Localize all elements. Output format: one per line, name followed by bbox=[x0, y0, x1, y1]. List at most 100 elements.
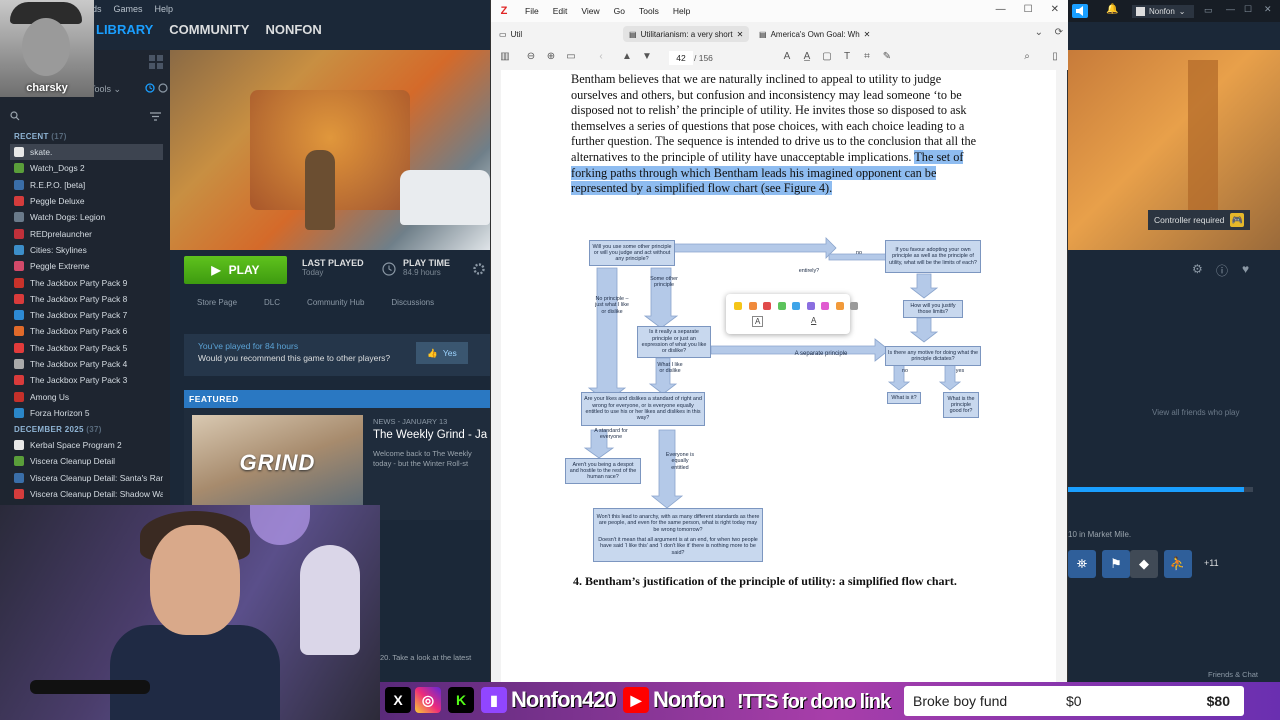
sidebar-right-icon[interactable]: ▯ bbox=[1049, 51, 1061, 63]
minimize-icon[interactable]: — bbox=[996, 4, 1006, 15]
tab-community-hub[interactable]: Community Hub bbox=[307, 298, 364, 314]
game-list-item[interactable]: Peggle Extreme bbox=[10, 258, 163, 274]
game-list-item[interactable]: Peggle Deluxe bbox=[10, 193, 163, 209]
game-list-item[interactable]: Watch_Dogs 2 bbox=[10, 160, 163, 176]
game-list-item[interactable]: Viscera Cleanup Detail: Shadow Wa bbox=[10, 486, 163, 502]
game-list-item[interactable]: skate. bbox=[10, 144, 163, 161]
page-number-input[interactable]: 42 bbox=[669, 51, 693, 65]
bigpicture-icon[interactable]: ▭ bbox=[1204, 5, 1213, 16]
december-section-label[interactable]: DECEMBER 2025 (37) bbox=[14, 425, 102, 434]
game-list-item[interactable]: Viscera Cleanup Detail: Santa's Ran bbox=[10, 470, 163, 486]
game-list-item[interactable]: The Jackbox Party Pack 4 bbox=[10, 356, 163, 372]
menu-file[interactable]: File bbox=[525, 6, 539, 16]
tab-americas-own-goal[interactable]: ▤ America's Own Goal: Wh ✕ bbox=[753, 26, 876, 42]
close-icon[interactable]: ✕ bbox=[1264, 4, 1272, 15]
info-icon[interactable]: ⓘ bbox=[1216, 262, 1228, 279]
menu-tools[interactable]: Tools bbox=[639, 6, 659, 16]
maximize-icon[interactable]: ☐ bbox=[1244, 4, 1252, 15]
game-list-item[interactable]: Viscera Cleanup Detail bbox=[10, 453, 163, 469]
game-list-item[interactable]: The Jackbox Party Pack 9 bbox=[10, 274, 163, 290]
friends-chat-button[interactable]: Friends & Chat bbox=[1208, 670, 1258, 679]
achievement-icon[interactable]: ⛹ bbox=[1164, 550, 1192, 578]
play-button[interactable]: ▶ PLAY bbox=[184, 256, 287, 284]
game-list-item[interactable]: The Jackbox Party Pack 3 bbox=[10, 372, 163, 388]
body-paragraph[interactable]: Bentham believes that we are naturally i… bbox=[571, 72, 989, 197]
game-list-item[interactable]: REDprelauncher bbox=[10, 225, 163, 241]
gear-icon[interactable]: ⚙ bbox=[1192, 262, 1203, 276]
select-area-icon[interactable]: ⌗ bbox=[861, 51, 873, 63]
color-swatch[interactable] bbox=[777, 302, 786, 310]
zoom-out-icon[interactable]: ⊖ bbox=[525, 51, 537, 63]
game-list-item[interactable]: Watch Dogs: Legion bbox=[10, 209, 163, 225]
page-up-icon[interactable]: ▲ bbox=[621, 51, 633, 63]
menu-help[interactable]: Help bbox=[673, 6, 690, 16]
color-swatch[interactable] bbox=[850, 302, 858, 310]
heart-icon[interactable]: ♥ bbox=[1242, 262, 1249, 276]
game-list-item[interactable]: R.E.P.O. [beta] bbox=[10, 177, 163, 193]
achievement-icon[interactable]: ⚑ bbox=[1102, 550, 1130, 578]
comment-icon[interactable]: ▢ bbox=[821, 51, 833, 63]
game-list-item[interactable]: Kerbal Space Program 2 bbox=[10, 437, 163, 453]
tab-discussions[interactable]: Discussions bbox=[391, 298, 434, 314]
grid-view-icon[interactable] bbox=[148, 54, 164, 70]
menu-go[interactable]: Go bbox=[614, 6, 625, 16]
achievement-more-count[interactable]: +11 bbox=[1204, 558, 1219, 568]
account-menu[interactable]: Nonfon ⌄ bbox=[1132, 5, 1194, 18]
game-list-item[interactable]: The Jackbox Party Pack 8 bbox=[10, 291, 163, 307]
text-select-icon[interactable]: A bbox=[781, 51, 793, 63]
steam-menu-games[interactable]: Games bbox=[114, 4, 143, 14]
megaphone-icon[interactable] bbox=[1072, 4, 1088, 18]
color-swatch[interactable] bbox=[806, 302, 815, 310]
back-icon[interactable]: ‹ bbox=[595, 51, 607, 63]
zoom-in-icon[interactable]: ⊕ bbox=[545, 51, 557, 63]
close-icon[interactable]: ✕ bbox=[737, 30, 744, 39]
news-title[interactable]: The Weekly Grind - Ja bbox=[373, 429, 487, 441]
game-list-item[interactable]: Cities: Skylines bbox=[10, 242, 163, 258]
filter-icon[interactable] bbox=[150, 112, 161, 121]
game-list-item[interactable]: The Jackbox Party Pack 7 bbox=[10, 307, 163, 323]
achievement-icon[interactable]: ◆ bbox=[1130, 550, 1158, 578]
search-icon[interactable]: ⌕ bbox=[1021, 51, 1033, 63]
close-icon[interactable]: ✕ bbox=[864, 30, 871, 39]
close-icon[interactable]: ✕ bbox=[1051, 4, 1059, 15]
game-list-item[interactable]: Among Us bbox=[10, 388, 163, 404]
game-list-item[interactable]: The Jackbox Party Pack 5 bbox=[10, 340, 163, 356]
nav-library[interactable]: LIBRARY bbox=[96, 22, 153, 37]
nav-community[interactable]: COMMUNITY bbox=[169, 22, 249, 37]
tab-utilitarianism[interactable]: ▤ Utilitarianism: a very short ✕ bbox=[623, 26, 750, 42]
maximize-icon[interactable]: ☐ bbox=[1024, 4, 1033, 15]
text-tool-icon[interactable]: T bbox=[841, 51, 853, 63]
minimize-icon[interactable]: — bbox=[1226, 4, 1235, 14]
tab-util[interactable]: ▭ Util bbox=[493, 26, 528, 42]
refresh-icon[interactable]: ⟳ bbox=[1055, 27, 1063, 38]
underline-icon[interactable]: A bbox=[811, 316, 816, 325]
library-search-input[interactable] bbox=[8, 108, 163, 124]
fit-page-icon[interactable]: ▭ bbox=[565, 51, 577, 63]
play-circle-icon[interactable] bbox=[158, 83, 168, 93]
color-swatch[interactable] bbox=[734, 302, 742, 310]
game-list-item[interactable]: The Jackbox Party Pack 6 bbox=[10, 323, 163, 339]
page-down-icon[interactable]: ▼ bbox=[641, 51, 653, 63]
color-swatch[interactable] bbox=[748, 302, 757, 310]
color-swatch[interactable] bbox=[835, 302, 844, 310]
draw-icon[interactable]: ✎ bbox=[881, 51, 893, 63]
view-friends-link[interactable]: View all friends who play bbox=[1152, 408, 1239, 417]
menu-view[interactable]: View bbox=[581, 6, 599, 16]
gear-icon[interactable] bbox=[472, 262, 486, 276]
recommend-yes-button[interactable]: 👍 Yes bbox=[416, 342, 468, 364]
steam-menu-help[interactable]: Help bbox=[155, 4, 174, 14]
menu-edit[interactable]: Edit bbox=[553, 6, 568, 16]
nav-profile[interactable]: NONFON bbox=[265, 22, 321, 37]
color-swatch[interactable] bbox=[763, 302, 771, 310]
clock-icon[interactable] bbox=[145, 83, 155, 93]
tab-dlc[interactable]: DLC bbox=[264, 298, 280, 314]
tab-store-page[interactable]: Store Page bbox=[197, 298, 237, 314]
achievement-icon[interactable]: ⛯ bbox=[1068, 550, 1096, 578]
text-box-icon[interactable]: A bbox=[752, 316, 764, 327]
color-swatch[interactable] bbox=[792, 302, 800, 310]
color-swatch[interactable] bbox=[821, 302, 829, 310]
chevron-down-icon[interactable]: ⌄ bbox=[1035, 27, 1043, 38]
tools-dropdown[interactable]: Tools ⌄ bbox=[90, 84, 121, 95]
featured-news-card[interactable]: GRIND NEWS - JANUARY 13 The Weekly Grind… bbox=[184, 408, 490, 520]
bell-icon[interactable]: 🔔 bbox=[1106, 4, 1118, 15]
